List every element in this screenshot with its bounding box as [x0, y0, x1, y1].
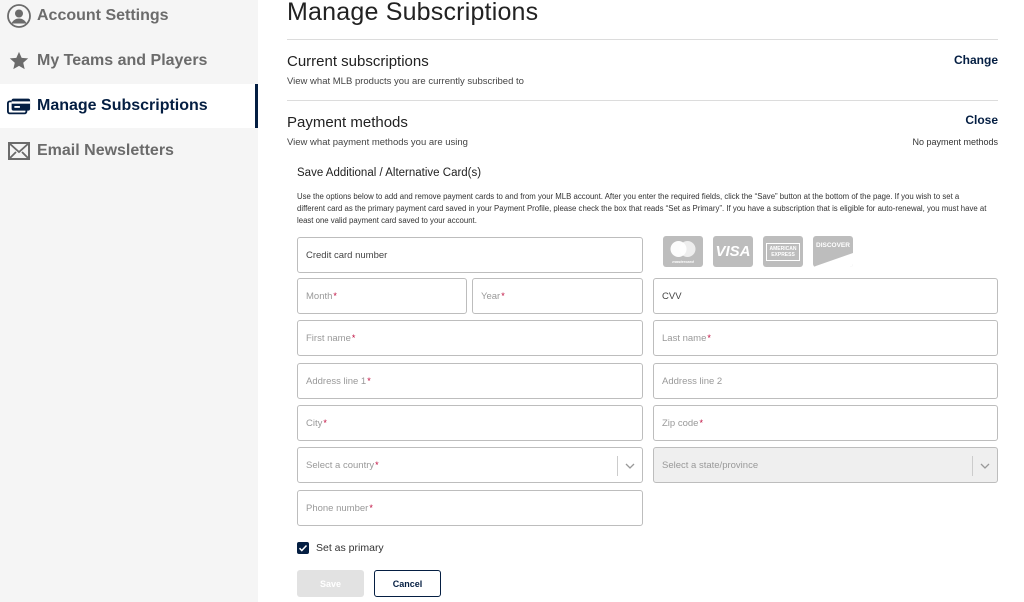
- change-link[interactable]: Change: [954, 53, 998, 67]
- subscriptions-icon: [7, 94, 31, 118]
- star-icon: [7, 49, 31, 73]
- discover-icon: DISCOVER: [813, 236, 853, 267]
- sidebar-item-label: Manage Subscriptions: [37, 97, 208, 114]
- country-placeholder: Select a country: [306, 459, 375, 471]
- sidebar-item-email-newsletters[interactable]: Email Newsletters: [0, 129, 258, 173]
- required-mark: *: [369, 503, 373, 513]
- zip-code-placeholder: Zip code: [662, 417, 699, 429]
- american-express-icon: AMERICAN EXPRESS: [763, 236, 803, 267]
- last-name-placeholder: Last name: [662, 332, 707, 344]
- state-province-select[interactable]: Select a state/province: [653, 447, 998, 483]
- city-input[interactable]: City *: [297, 405, 643, 441]
- first-name-placeholder: First name: [306, 332, 351, 344]
- year-select[interactable]: Year *: [472, 278, 643, 314]
- cvv-placeholder: CVV: [662, 290, 682, 302]
- month-select[interactable]: Month *: [297, 278, 467, 314]
- sidebar-item-label: My Teams and Players: [37, 52, 208, 69]
- country-select[interactable]: Select a country *: [297, 447, 643, 483]
- close-link[interactable]: Close: [965, 113, 998, 127]
- payment-methods-title: Payment methods: [287, 114, 408, 131]
- discover-text: DISCOVER: [816, 242, 850, 249]
- cvv-input[interactable]: CVV: [653, 278, 998, 314]
- account-icon: [7, 4, 31, 28]
- credit-card-number-placeholder: Credit card number: [306, 249, 388, 261]
- first-name-input[interactable]: First name *: [297, 320, 643, 356]
- sidebar: Account Settings My Teams and Players Ma…: [0, 0, 258, 602]
- payment-methods-desc: View what payment methods you are using: [287, 137, 468, 148]
- phone-number-input[interactable]: Phone number *: [297, 490, 643, 526]
- sidebar-item-account-settings[interactable]: Account Settings: [0, 0, 258, 38]
- mastercard-text: mastercard: [672, 259, 694, 264]
- cancel-button[interactable]: Cancel: [374, 570, 441, 597]
- divider: [287, 100, 998, 101]
- set-as-primary-checkbox[interactable]: [297, 542, 309, 554]
- chevron-down-icon: [625, 463, 635, 469]
- amex-text: AMERICAN EXPRESS: [766, 242, 800, 261]
- main-content: Manage Subscriptions Current subscriptio…: [287, 0, 998, 602]
- set-as-primary-label[interactable]: Set as primary: [316, 542, 384, 554]
- form-description: Use the options below to add and remove …: [297, 192, 987, 225]
- card-logos: mastercard VISA AMERICAN EXPRESS DISCOVE…: [663, 236, 853, 267]
- month-placeholder: Month: [306, 290, 333, 302]
- required-mark: *: [367, 376, 371, 386]
- mastercard-icon: mastercard: [663, 236, 703, 267]
- address-line-2-placeholder: Address line 2: [662, 375, 723, 387]
- chevron-down-icon: [980, 463, 990, 469]
- sidebar-item-label: Account Settings: [37, 7, 169, 24]
- required-mark: *: [699, 418, 703, 428]
- required-mark: *: [375, 460, 379, 470]
- year-placeholder: Year: [481, 290, 501, 302]
- required-mark: *: [333, 291, 337, 301]
- payment-methods-status: No payment methods: [912, 137, 998, 147]
- required-mark: *: [501, 291, 505, 301]
- save-button[interactable]: Save: [297, 570, 364, 597]
- visa-icon: VISA: [713, 236, 753, 267]
- select-divider: [617, 456, 618, 476]
- city-placeholder: City: [306, 417, 323, 429]
- divider: [287, 39, 998, 40]
- last-name-input[interactable]: Last name *: [653, 320, 998, 356]
- phone-number-placeholder: Phone number: [306, 502, 369, 514]
- sidebar-item-my-teams[interactable]: My Teams and Players: [0, 39, 258, 83]
- form-title: Save Additional / Alternative Card(s): [297, 167, 482, 179]
- envelope-icon: [7, 139, 31, 163]
- current-subscriptions-title: Current subscriptions: [287, 53, 429, 70]
- credit-card-number-input[interactable]: Credit card number: [297, 237, 643, 273]
- address-line-1-input[interactable]: Address line 1 *: [297, 363, 643, 399]
- zip-code-input[interactable]: Zip code *: [653, 405, 998, 441]
- checkmark-icon: [298, 544, 308, 552]
- required-mark: *: [323, 418, 327, 428]
- visa-text: VISA: [715, 243, 751, 260]
- address-line-2-input[interactable]: Address line 2: [653, 363, 998, 399]
- sidebar-item-manage-subscriptions[interactable]: Manage Subscriptions: [0, 84, 258, 128]
- required-mark: *: [351, 333, 356, 343]
- address-line-1-placeholder: Address line 1: [306, 375, 367, 387]
- sidebar-item-label: Email Newsletters: [37, 142, 174, 159]
- current-subscriptions-desc: View what MLB products you are currently…: [287, 76, 524, 87]
- page-title: Manage Subscriptions: [287, 0, 539, 26]
- select-divider: [972, 456, 973, 476]
- required-mark: *: [707, 333, 711, 343]
- state-province-placeholder: Select a state/province: [662, 459, 759, 471]
